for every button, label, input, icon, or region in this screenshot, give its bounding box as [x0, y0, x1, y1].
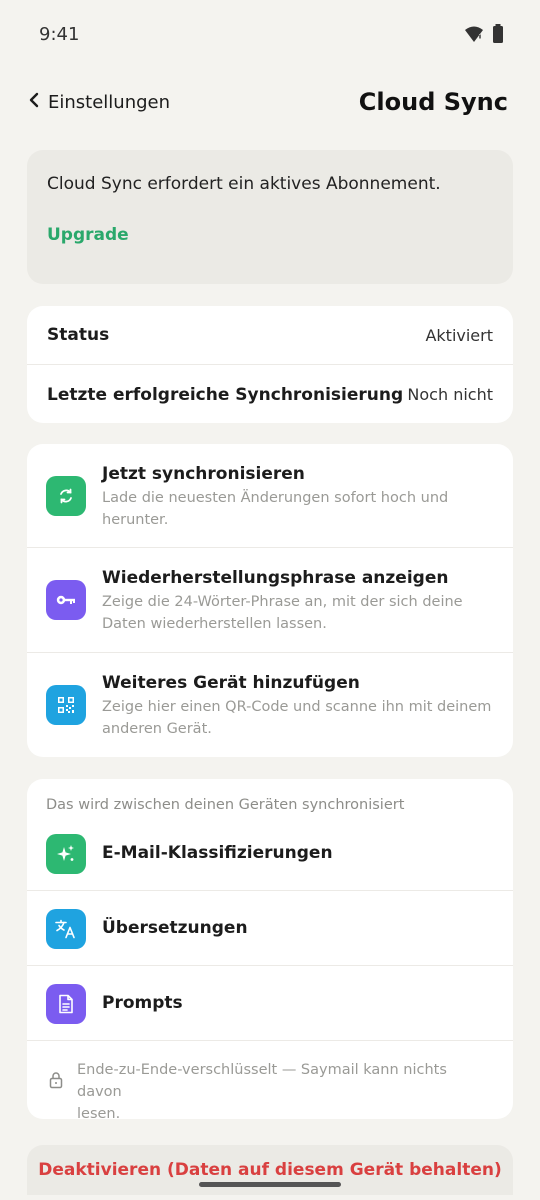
description-line: Zeige hier einen QR-Code und scanne ihn … [102, 699, 492, 715]
last-sync-label: Letzte erfolgreiche Synchronisierung [47, 384, 404, 405]
description-line: Lade die neuesten Änderungen sofort hoch… [102, 490, 449, 506]
upgrade-link[interactable]: Upgrade [47, 225, 129, 245]
qr-code-icon [46, 685, 86, 725]
lock-icon [49, 1071, 63, 1093]
add-device-action[interactable]: Weiteres Gerät hinzufügen Zeige hier ein… [27, 653, 513, 757]
description-line: herunter. [102, 512, 169, 528]
deactivate-button[interactable]: Deaktivieren (Daten auf diesem Gerät beh… [27, 1145, 513, 1195]
translate-icon [46, 909, 86, 949]
home-indicator[interactable] [199, 1182, 341, 1187]
battery-icon [492, 24, 504, 48]
last-sync-value: Noch nicht [407, 385, 493, 404]
subscription-notice: Cloud Sync erfordert ein aktives Abonnem… [27, 150, 513, 284]
synced-item-classifications: E-Mail-Klassifizierungen [27, 816, 513, 891]
status-row: Status Aktiviert [27, 306, 513, 365]
sparkles-icon [46, 834, 86, 874]
synced-item-prompts: Prompts [27, 966, 513, 1041]
recovery-phrase-description: Zeige die 24-Wörter-Phrase an, mit der s… [102, 591, 493, 635]
encryption-note-line: Ende-zu-Ende-verschlüsselt — Saymail kan… [77, 1062, 447, 1100]
encryption-note-line: lesen. [77, 1106, 121, 1119]
recovery-phrase-title: Wiederherstellungsphrase anzeigen [102, 568, 449, 588]
actions-card: Jetzt synchronisieren Lade die neuesten … [27, 444, 513, 757]
status-time: 9:41 [39, 24, 80, 45]
back-label: Einstellungen [48, 92, 171, 113]
encryption-note: Ende-zu-Ende-verschlüsselt — Saymail kan… [77, 1059, 495, 1119]
classifications-label: E-Mail-Klassifizierungen [102, 843, 333, 863]
description-line: Zeige die 24-Wörter-Phrase an, mit der s… [102, 594, 463, 610]
status-label: Status [47, 325, 110, 345]
header: Einstellungen Cloud Sync [0, 80, 540, 132]
synced-items-card: Das wird zwischen deinen Geräten synchro… [27, 779, 513, 1119]
notice-text: Cloud Sync erfordert ein aktives Abonnem… [47, 174, 441, 194]
status-icons [464, 24, 504, 48]
last-sync-row: Letzte erfolgreiche Synchronisierung Noc… [27, 365, 513, 423]
description-line: Daten wiederherstellen lassen. [102, 616, 327, 632]
key-icon [46, 580, 86, 620]
synced-caption: Das wird zwischen deinen Geräten synchro… [46, 797, 405, 813]
document-icon [46, 984, 86, 1024]
status-bar: 9:41 [0, 0, 540, 68]
add-device-title: Weiteres Gerät hinzufügen [102, 673, 360, 693]
recovery-phrase-action[interactable]: Wiederherstellungsphrase anzeigen Zeige … [27, 548, 513, 653]
translations-label: Übersetzungen [102, 918, 248, 938]
sync-icon [46, 476, 86, 516]
sync-now-title: Jetzt synchronisieren [102, 464, 305, 484]
page-title: Cloud Sync [358, 88, 508, 116]
status-card: Status Aktiviert Letzte erfolgreiche Syn… [27, 306, 513, 423]
back-button[interactable]: Einstellungen [28, 92, 170, 113]
sync-now-action[interactable]: Jetzt synchronisieren Lade die neuesten … [27, 444, 513, 548]
synced-item-translations: Übersetzungen [27, 891, 513, 966]
chevron-left-icon [28, 92, 40, 113]
wifi-icon [464, 25, 484, 47]
sync-now-description: Lade die neuesten Änderungen sofort hoch… [102, 487, 493, 531]
add-device-description: Zeige hier einen QR-Code und scanne ihn … [102, 696, 493, 740]
prompts-label: Prompts [102, 993, 183, 1013]
status-value: Aktiviert [425, 325, 493, 345]
description-line: anderen Gerät. [102, 721, 212, 737]
